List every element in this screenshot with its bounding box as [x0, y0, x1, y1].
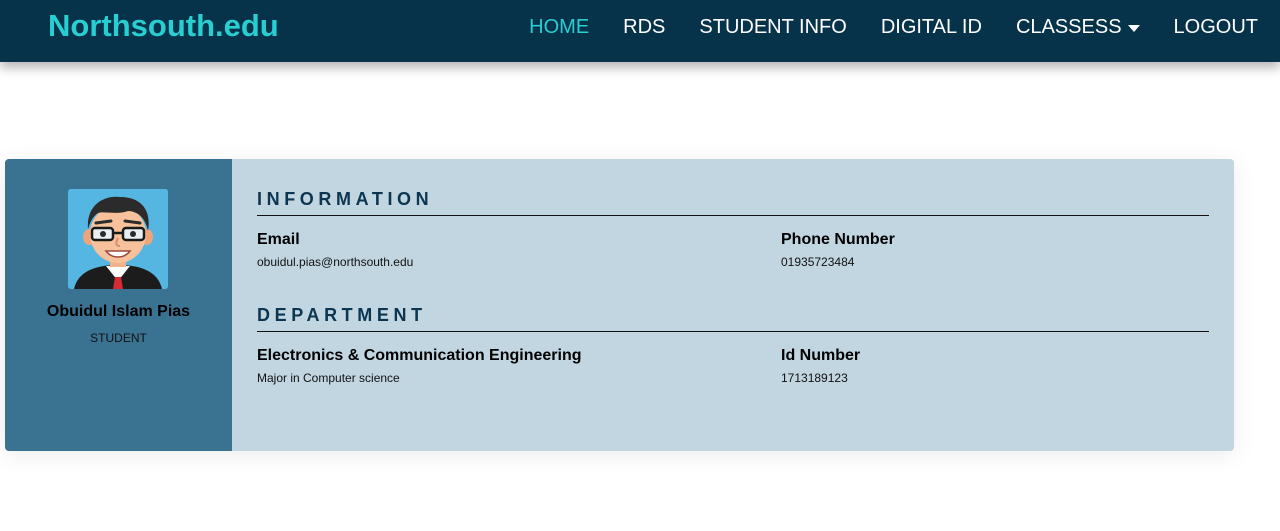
nav-rds-link[interactable]: RDS: [623, 16, 665, 39]
department-heading: DEPARTMENT: [257, 305, 427, 325]
phone-value: 01935723484: [781, 255, 855, 269]
id-number-label: Id Number: [781, 347, 861, 364]
email-value: obuidul.pias@northsouth.edu: [257, 255, 414, 269]
email-label: Email: [257, 231, 300, 248]
profile-sidebar: Obuidul Islam Pias STUDENT: [5, 159, 232, 451]
nav-classes-label: CLASSESS: [1015, 15, 1122, 38]
nav-classes-dropdown[interactable]: CLASSESS: [1016, 16, 1140, 39]
nav-links: HOME RDS STUDENT INFO DIGITAL ID CLASSES…: [495, 0, 1258, 54]
caret-down-icon: [1127, 24, 1140, 32]
department-value: Major in Computer science: [257, 371, 400, 385]
cartoon-avatar-glasses-icon: [68, 189, 168, 289]
profile-card: Obuidul Islam Pias STUDENT INFORMATION E…: [5, 159, 1234, 451]
nav-logout-link[interactable]: LOGOUT: [1174, 16, 1258, 39]
profile-role: STUDENT: [90, 331, 147, 345]
information-divider: [257, 215, 1209, 216]
nav-home-link[interactable]: HOME: [529, 16, 589, 39]
information-heading: INFORMATION: [257, 189, 434, 209]
nav-digital-id-link[interactable]: DIGITAL ID: [881, 16, 982, 39]
profile-name: Obuidul Islam Pias: [46, 303, 191, 320]
department-divider: [257, 331, 1209, 332]
phone-label: Phone Number: [781, 231, 895, 248]
id-number-value: 1713189123: [781, 371, 848, 385]
top-navbar: Northsouth.edu HOME RDS STUDENT INFO DIG…: [0, 0, 1280, 62]
profile-details: INFORMATION Email obuidul.pias@northsout…: [232, 159, 1234, 451]
brand-logo-text[interactable]: Northsouth.edu: [48, 8, 279, 44]
nav-student-info-link[interactable]: STUDENT INFO: [699, 16, 846, 39]
department-label: Electronics & Communication Engineering: [257, 347, 582, 364]
